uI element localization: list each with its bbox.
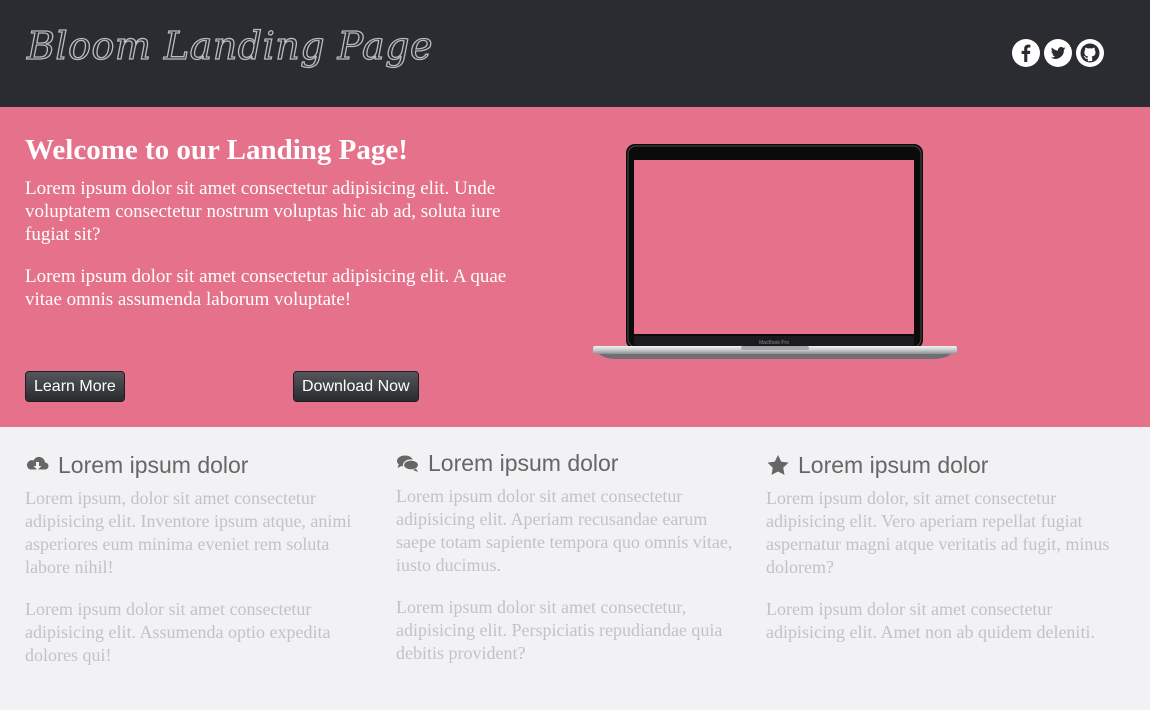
comments-icon — [397, 455, 420, 472]
facebook-icon[interactable] — [1012, 39, 1040, 67]
hero-title: Welcome to our Landing Page! — [25, 134, 408, 166]
feature-column: Lorem ipsum dolor Lorem ipsum dolor sit … — [396, 449, 741, 665]
hero-paragraph: Lorem ipsum dolor sit amet consectetur a… — [25, 178, 501, 245]
hero-section: Welcome to our Landing Page! Lorem ipsum… — [0, 107, 1150, 427]
feature-column: Lorem ipsum dolor Lorem ipsum, dolor sit… — [25, 451, 370, 667]
feature-text: Lorem ipsum dolor sit amet consectetur a… — [396, 486, 733, 575]
feature-text: Lorem ipsum dolor, sit amet consectetur … — [766, 488, 1110, 577]
feature-text: Lorem ipsum dolor sit amet consectetur a… — [25, 599, 331, 665]
site-header: Bloom Landing Page — [0, 0, 1150, 107]
cloud-download-icon — [26, 456, 49, 470]
feature-text: Lorem ipsum dolor sit amet consectetur, … — [396, 597, 723, 663]
features-section: Lorem ipsum dolor Lorem ipsum, dolor sit… — [0, 427, 1150, 710]
feature-header: Lorem ipsum dolor — [766, 451, 1111, 479]
site-logo[interactable]: Bloom Landing Page — [26, 23, 433, 68]
feature-column: Lorem ipsum dolor Lorem ipsum dolor, sit… — [766, 451, 1111, 644]
download-now-button[interactable]: Download Now — [293, 371, 419, 402]
star-icon — [767, 455, 789, 475]
feature-text: Lorem ipsum dolor sit amet consectetur a… — [766, 599, 1095, 642]
learn-more-button[interactable]: Learn More — [25, 371, 125, 402]
social-links — [1012, 39, 1104, 67]
github-icon[interactable] — [1076, 39, 1104, 67]
feature-title: Lorem ipsum dolor — [58, 451, 249, 478]
feature-text: Lorem ipsum, dolor sit amet consectetur … — [25, 488, 352, 577]
laptop-brand-label: MacBook Pro — [759, 340, 789, 346]
feature-header: Lorem ipsum dolor — [396, 449, 741, 477]
laptop-image: MacBook Pro — [593, 144, 957, 359]
feature-header: Lorem ipsum dolor — [25, 451, 370, 479]
hero-paragraph: Lorem ipsum dolor sit amet consectetur a… — [25, 266, 507, 310]
twitter-icon[interactable] — [1044, 39, 1072, 67]
feature-title: Lorem ipsum dolor — [428, 449, 619, 476]
feature-title: Lorem ipsum dolor — [798, 451, 989, 478]
